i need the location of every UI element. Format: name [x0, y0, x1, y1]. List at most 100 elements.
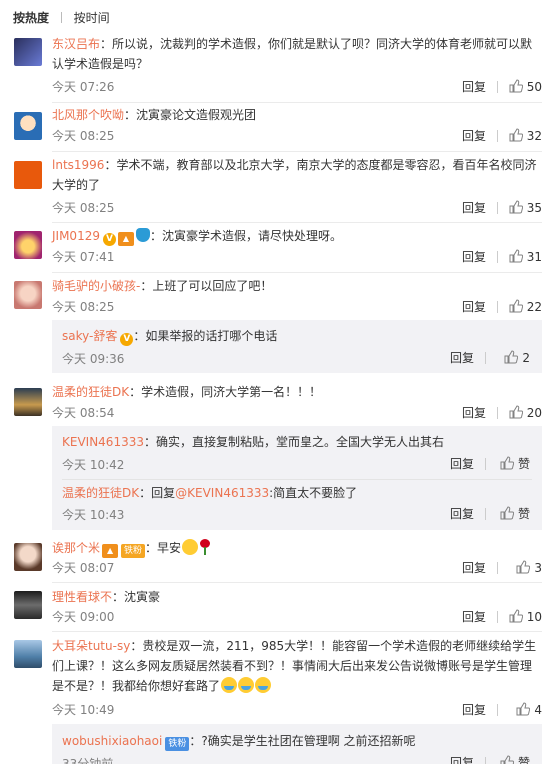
- like-button[interactable]: 35: [509, 200, 542, 216]
- action-divider: [497, 202, 498, 214]
- comment-actions: 回复 3: [422, 560, 542, 576]
- like-label: 赞: [517, 756, 530, 764]
- smile-emoji-icon: [182, 539, 199, 555]
- reply-button[interactable]: 回复: [462, 609, 486, 625]
- avatar[interactable]: [14, 640, 42, 668]
- comment-time: 今天 08:25: [52, 300, 115, 314]
- comment-time: 今天 08:25: [52, 201, 115, 215]
- like-label: 赞: [517, 507, 530, 521]
- action-divider: [497, 251, 498, 263]
- reply-button[interactable]: 回复: [462, 560, 486, 576]
- mention-link[interactable]: @KEVIN461333: [175, 486, 269, 500]
- like-button[interactable]: 50: [509, 79, 542, 95]
- comment-time: 今天 09:00: [52, 610, 115, 624]
- avatar[interactable]: [14, 112, 42, 140]
- comment-body: 理性看球不：沈寅豪: [52, 587, 542, 607]
- like-button[interactable]: 赞: [500, 456, 530, 472]
- reply-button[interactable]: 回复: [450, 506, 474, 522]
- action-divider: [485, 352, 486, 364]
- comment-actions: 回复 22: [422, 299, 542, 315]
- shield-badge-icon: [135, 228, 150, 242]
- reply-text: ：回复: [139, 486, 176, 500]
- comment-username[interactable]: 温柔的狂徒DK: [52, 385, 129, 399]
- reply-box: KEVIN461333：确实，直接复制粘贴，堂而皇之。全国大学无人出其右 今天 …: [52, 426, 542, 530]
- reply-actions: 回复 赞: [422, 506, 530, 522]
- reply-button[interactable]: 回复: [462, 405, 486, 421]
- reply-button[interactable]: 回复: [462, 79, 486, 95]
- avatar[interactable]: [14, 38, 42, 66]
- comment-body: JIM0129 V ▲ ：沈寅豪学术造假，请尽快处理呀。: [52, 226, 542, 246]
- comment-username[interactable]: 大耳朵tutu-sy: [52, 639, 130, 653]
- action-divider: [497, 611, 498, 623]
- comment-actions: 回复 4: [422, 702, 542, 718]
- comment-username[interactable]: 骑毛驴的小破孩-: [52, 279, 140, 293]
- fan-badge: 铁粉: [165, 737, 190, 751]
- divider: [52, 222, 542, 223]
- reply-button[interactable]: 回复: [450, 350, 474, 366]
- like-button[interactable]: 31: [509, 249, 542, 265]
- thumbs-up-icon: [509, 79, 523, 93]
- avatar[interactable]: [14, 543, 42, 571]
- avatar[interactable]: [14, 161, 42, 189]
- comment-time: 今天 07:26: [52, 80, 115, 94]
- like-button[interactable]: 32: [509, 128, 542, 144]
- reply-username[interactable]: KEVIN461333: [62, 435, 144, 449]
- like-button[interactable]: 2: [504, 350, 530, 366]
- reply-username[interactable]: saky-舒客: [62, 329, 117, 343]
- reply-time: 今天 10:43: [62, 508, 125, 522]
- like-count: 32: [526, 129, 542, 143]
- reply-button[interactable]: 回复: [462, 128, 486, 144]
- vip-badge-icon: ▲: [117, 232, 134, 246]
- sort-by-time[interactable]: 按时间: [74, 9, 110, 26]
- reply-text-2: :简直太不要脸了: [269, 486, 358, 500]
- like-count: 3: [534, 561, 542, 575]
- avatar[interactable]: [14, 281, 42, 309]
- like-button[interactable]: 赞: [500, 755, 530, 764]
- like-button[interactable]: 22: [509, 299, 542, 315]
- like-button[interactable]: 3: [516, 560, 542, 576]
- comment-username[interactable]: 东汉吕布: [52, 37, 100, 51]
- sort-by-hot[interactable]: 按热度: [13, 9, 49, 26]
- like-button[interactable]: 4: [516, 702, 542, 718]
- comment-actions: 回复 50: [422, 79, 542, 95]
- like-button[interactable]: 赞: [500, 506, 530, 522]
- comment-username[interactable]: JIM0129: [52, 229, 100, 243]
- reply-button[interactable]: 回复: [450, 755, 474, 764]
- comment-actions: 回复 32: [422, 128, 542, 144]
- comment-username[interactable]: 理性看球不: [52, 590, 112, 604]
- comment-actions: 回复 20: [422, 405, 542, 421]
- avatar[interactable]: [14, 231, 42, 259]
- action-divider: [497, 407, 498, 419]
- thumbs-up-icon: [509, 249, 523, 263]
- comment-text: ：沈寅豪学术造假，请尽快处理呀。: [149, 229, 342, 243]
- comment-time: 今天 08:07: [52, 561, 115, 575]
- reply-button[interactable]: 回复: [462, 200, 486, 216]
- comment-text: ：所以说，沈裁判的学术造假，你们就是默认了呗？同济大学的体育老师就可以默认学术造…: [52, 37, 533, 71]
- comment-username[interactable]: 诶那个米: [52, 541, 100, 555]
- reply-username[interactable]: 温柔的狂徒DK: [62, 486, 139, 500]
- reply-button[interactable]: 回复: [462, 249, 486, 265]
- thumbs-up-icon: [509, 405, 523, 419]
- action-divider: [485, 757, 486, 764]
- sort-divider: [60, 12, 62, 23]
- comment-body: 骑毛驴的小破孩-：上班了可以回应了吧！: [52, 276, 542, 296]
- like-button[interactable]: 20: [509, 405, 542, 421]
- thumbs-up-icon: [500, 456, 514, 470]
- thumbs-up-icon: [500, 506, 514, 520]
- action-divider: [497, 130, 498, 142]
- avatar[interactable]: [14, 388, 42, 416]
- comment-text: ：沈寅豪: [112, 590, 161, 604]
- action-divider: [497, 704, 498, 716]
- reply-body: 温柔的狂徒DK：回复@KEVIN461333:简直太不要脸了: [62, 484, 530, 502]
- reply-button[interactable]: 回复: [462, 702, 486, 718]
- reply-username[interactable]: wobushixiaohaoi: [62, 734, 162, 748]
- comment-time: 今天 08:25: [52, 129, 115, 143]
- avatar[interactable]: [14, 591, 42, 619]
- reply-button[interactable]: 回复: [462, 299, 486, 315]
- comment-time: 今天 10:49: [52, 703, 115, 717]
- like-button[interactable]: 10: [509, 609, 542, 625]
- comment-username[interactable]: lnts1996: [52, 158, 104, 172]
- comment-username[interactable]: 北风那个吹呦: [52, 108, 124, 122]
- reply-button[interactable]: 回复: [450, 456, 474, 472]
- divider: [52, 102, 542, 103]
